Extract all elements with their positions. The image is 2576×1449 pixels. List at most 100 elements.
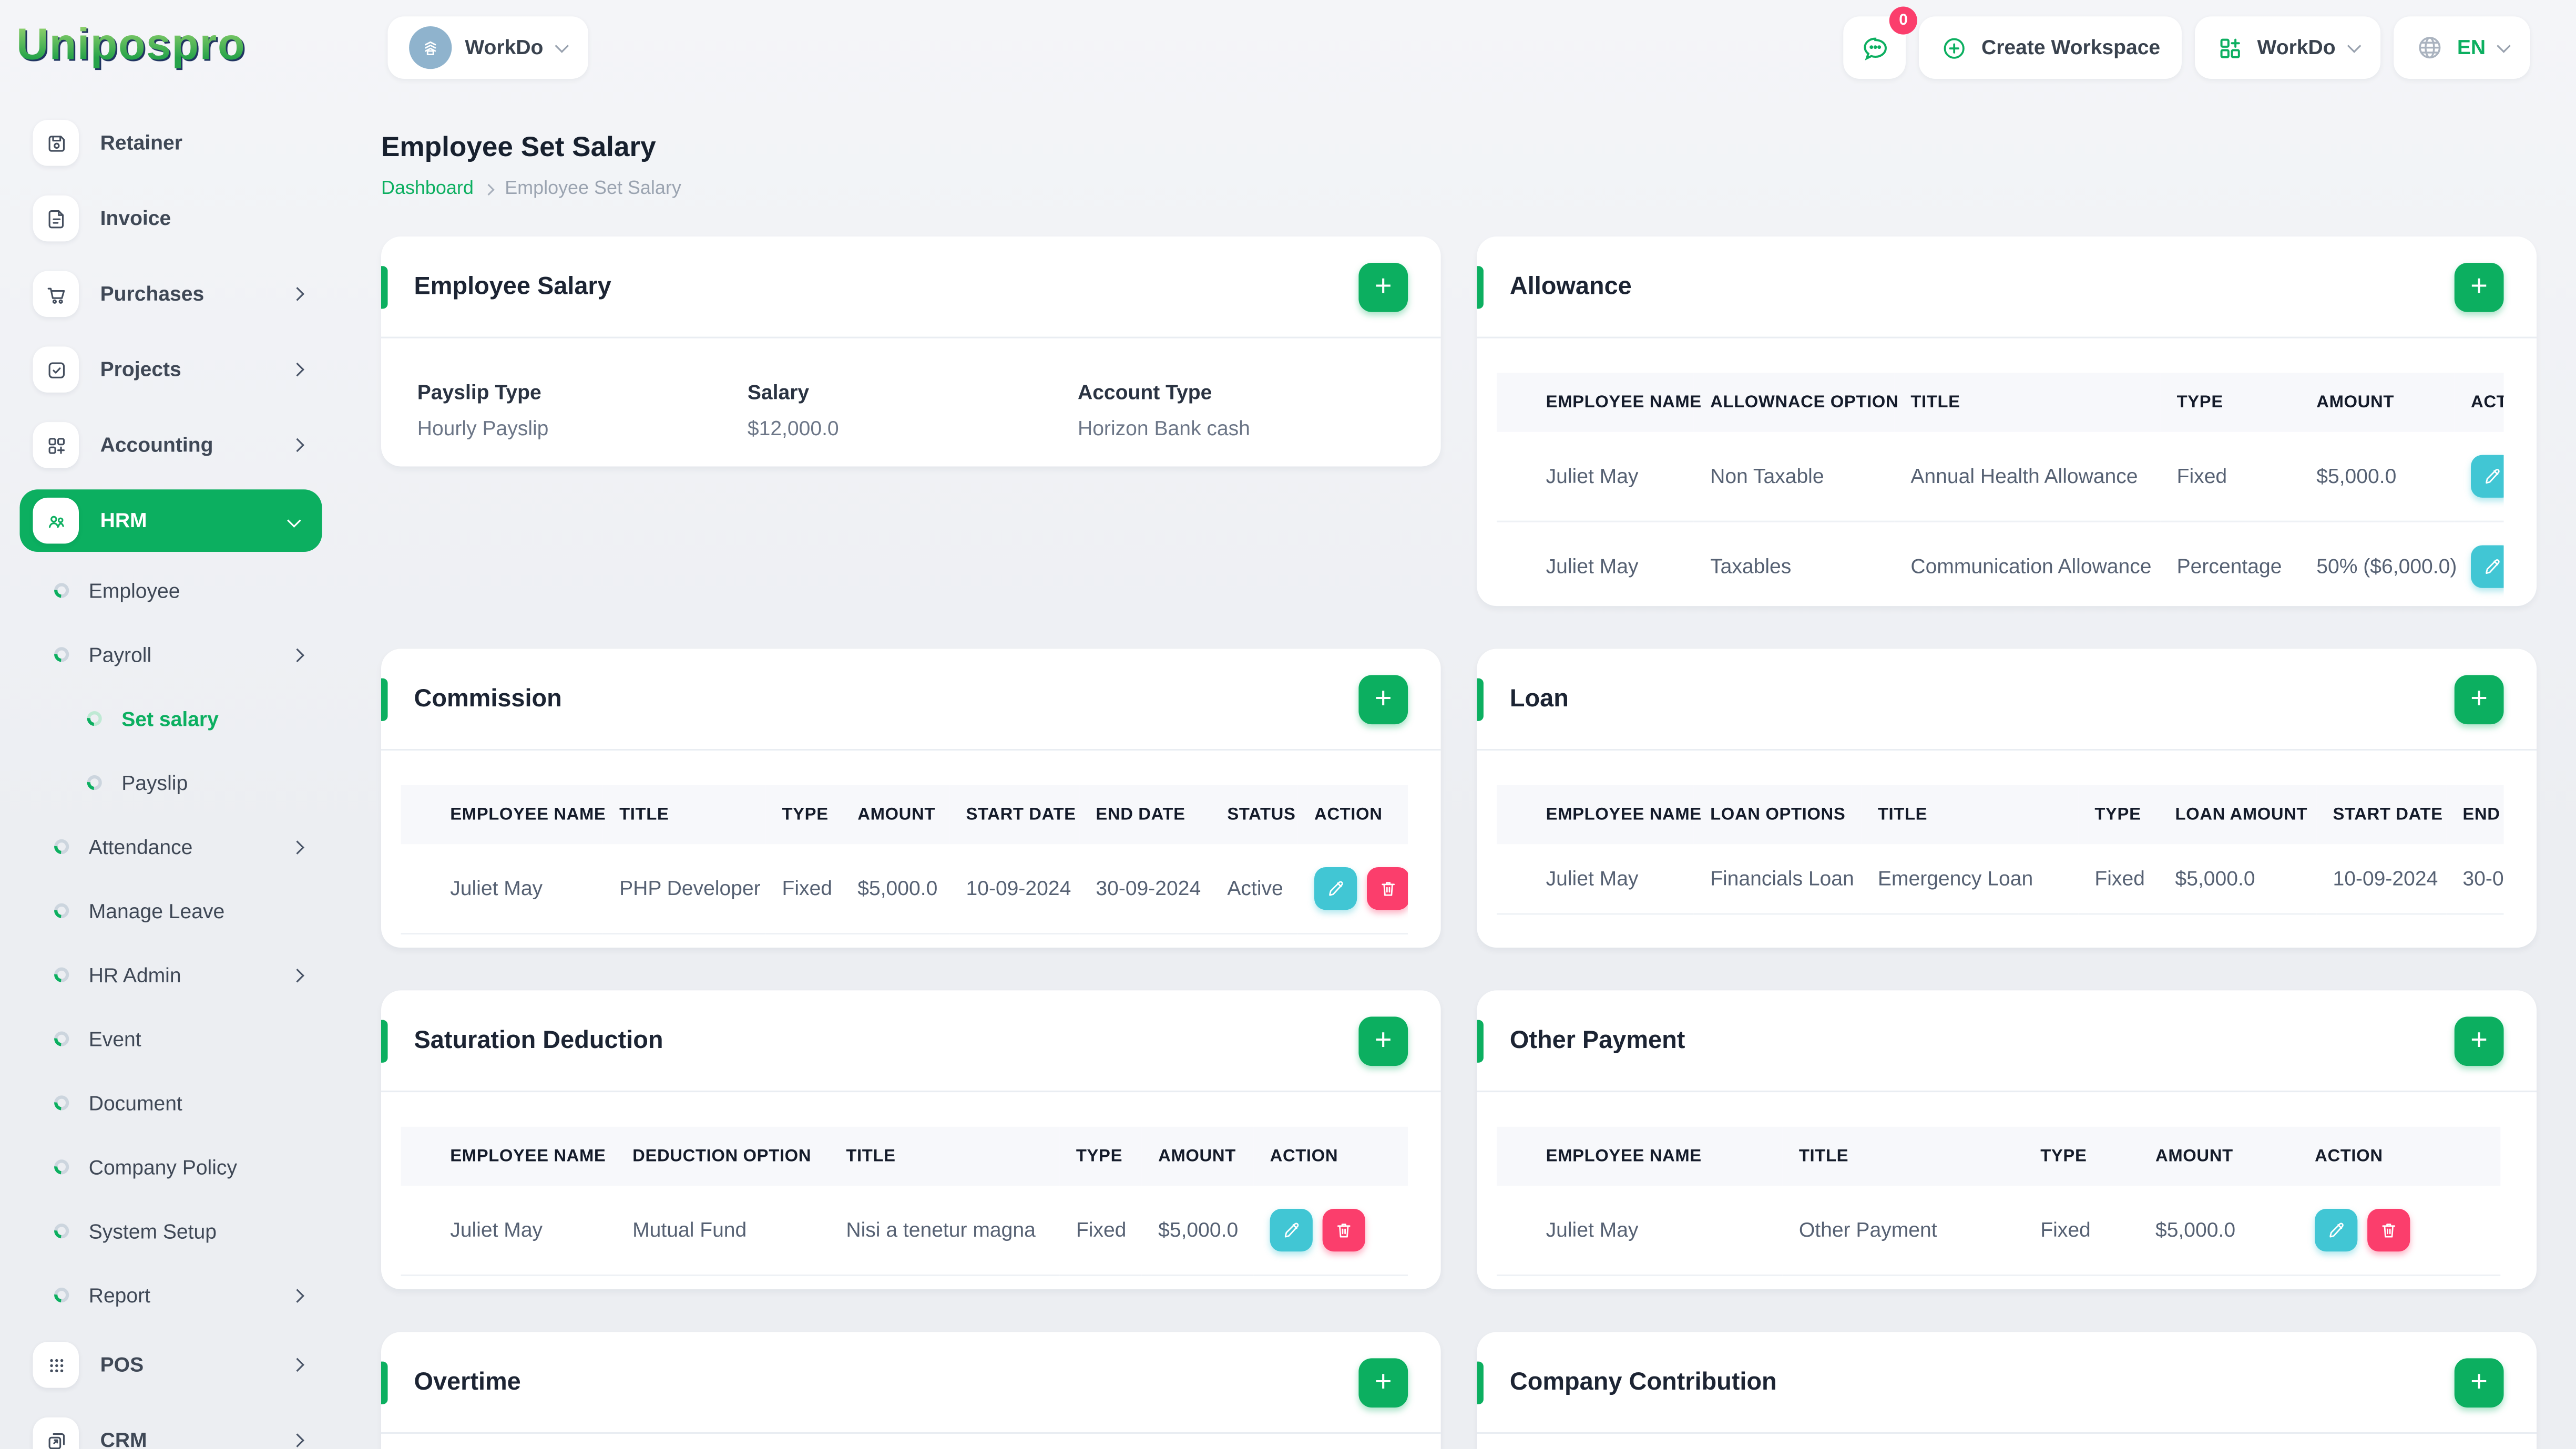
sidebar-item-hr-admin[interactable]: HR Admin bbox=[0, 943, 342, 1007]
trash-icon bbox=[1337, 1224, 1351, 1238]
cell-title: Other Payment bbox=[1782, 1186, 2024, 1277]
sidebar-item-label: Manage Leave bbox=[88, 899, 225, 922]
add-allowance-button[interactable] bbox=[2454, 262, 2504, 312]
chevron-right-icon bbox=[290, 1288, 304, 1302]
page-title: Employee Set Salary bbox=[381, 131, 656, 163]
sidebar-item-payslip[interactable]: Payslip bbox=[0, 751, 342, 815]
column-header: LOAN OPTIONS bbox=[1693, 785, 1862, 845]
add-commission-button[interactable] bbox=[1358, 674, 1408, 724]
messenger-button[interactable]: 0 bbox=[1843, 6, 1918, 79]
column-header: TITLE bbox=[1894, 373, 2161, 432]
accent-bar bbox=[381, 1019, 388, 1062]
sidebar-item-employee[interactable]: Employee bbox=[0, 559, 342, 623]
cell-title: Annual Health Allowance bbox=[1894, 431, 2161, 522]
sidebar-item-invoice[interactable]: Invoice bbox=[0, 181, 342, 256]
add-overtime-button[interactable] bbox=[1358, 1357, 1408, 1407]
sidebar-item-event[interactable]: Event bbox=[0, 1007, 342, 1071]
create-workspace-label: Create Workspace bbox=[1981, 36, 2161, 59]
table-header-row: EMPLOYEE NAME LOAN OPTIONS TITLE TYPE LO… bbox=[1496, 785, 2504, 845]
cell-title: Emergency Loan bbox=[1861, 844, 2079, 915]
workdo-apps-menu[interactable]: WorkDo bbox=[2194, 16, 2380, 79]
bullet-icon bbox=[51, 1156, 72, 1178]
sidebar-item-pos[interactable]: POS bbox=[0, 1327, 342, 1403]
cell-amount: 50% ($6,000.0) bbox=[2300, 521, 2457, 607]
check-square-icon bbox=[33, 346, 79, 393]
sidebar-item-accounting[interactable]: Accounting bbox=[0, 407, 342, 483]
sidebar-item-company-policy[interactable]: Company Policy bbox=[0, 1135, 342, 1199]
cell-employee-name: Juliet May bbox=[1496, 521, 1694, 607]
accent-bar bbox=[1477, 677, 1484, 721]
cell-employee-name: Juliet May bbox=[1496, 844, 1694, 915]
sidebar-item-report[interactable]: Report bbox=[0, 1263, 342, 1327]
pencil-icon bbox=[2486, 559, 2500, 574]
card-header: Loan bbox=[1477, 649, 2537, 751]
card-title: Other Payment bbox=[1509, 1026, 1685, 1055]
sidebar-item-label: Projects bbox=[100, 358, 181, 381]
sidebar-item-document[interactable]: Document bbox=[0, 1071, 342, 1135]
sidebar-item-label: Company Policy bbox=[88, 1155, 238, 1179]
cell-start-date: 10-09-2024 bbox=[2316, 844, 2447, 915]
edit-button[interactable] bbox=[1270, 1209, 1313, 1252]
add-loan-button[interactable] bbox=[2454, 674, 2504, 724]
commission-card: Commission EMPLOYEE NAME TITLE TYPE AMOU… bbox=[381, 649, 1441, 948]
workdo-menu-label: WorkDo bbox=[2257, 36, 2336, 59]
edit-button[interactable] bbox=[1314, 867, 1357, 910]
loan-table: EMPLOYEE NAME LOAN OPTIONS TITLE TYPE LO… bbox=[1496, 785, 2504, 915]
sidebar-item-projects[interactable]: Projects bbox=[0, 332, 342, 407]
sidebar-item-payroll[interactable]: Payroll bbox=[0, 622, 342, 686]
sidebar-item-label: Invoice bbox=[100, 207, 171, 230]
cell-allowance-option: Non Taxable bbox=[1693, 431, 1895, 522]
pencil-icon bbox=[1284, 1222, 1299, 1238]
brand-logo[interactable]: Unipospro bbox=[16, 20, 246, 71]
sidebar-item-system-setup[interactable]: System Setup bbox=[0, 1199, 342, 1263]
sidebar-item-manage-leave[interactable]: Manage Leave bbox=[0, 879, 342, 943]
add-saturation-deduction-button[interactable] bbox=[1358, 1015, 1408, 1065]
card-header: Employee Salary bbox=[381, 237, 1441, 338]
delete-button[interactable] bbox=[1322, 1209, 1365, 1252]
card-title: Saturation Deduction bbox=[414, 1026, 663, 1055]
chevron-right-icon bbox=[290, 287, 304, 301]
sidebar-item-attendance[interactable]: Attendance bbox=[0, 815, 342, 879]
chevron-down-icon bbox=[2497, 38, 2511, 53]
accent-bar bbox=[381, 1361, 388, 1404]
sidebar-item-label: Set salary bbox=[121, 707, 219, 731]
sidebar-item-label: Purchases bbox=[100, 282, 205, 306]
bullet-icon bbox=[51, 1284, 72, 1306]
accent-bar bbox=[381, 677, 388, 721]
column-header: END DATE bbox=[1079, 785, 1211, 845]
workspace-switcher[interactable]: WorkDo bbox=[387, 16, 588, 79]
saturation-deduction-table: EMPLOYEE NAME DEDUCTION OPTION TITLE TYP… bbox=[401, 1126, 1408, 1277]
breadcrumb-dashboard-link[interactable]: Dashboard bbox=[381, 179, 474, 199]
edit-button[interactable] bbox=[2471, 455, 2504, 498]
app-window: Unipospro WorkDo 0 Create Workspace Work… bbox=[0, 0, 2576, 1449]
language-selector[interactable]: EN bbox=[2393, 16, 2530, 79]
cell-type: Fixed bbox=[2078, 844, 2159, 915]
loan-card: Loan EMPLOYEE NAME LOAN OPTIONS TITLE TY… bbox=[1477, 649, 2537, 948]
table-row: Juliet May Mutual Fund Nisi a tenetur ma… bbox=[401, 1186, 1408, 1277]
edit-button[interactable] bbox=[2471, 545, 2504, 588]
column-header: END DATE bbox=[2446, 785, 2504, 845]
sidebar-item-label: CRM bbox=[100, 1429, 147, 1449]
cell-loan-option: Financials Loan bbox=[1693, 844, 1862, 915]
edit-button[interactable] bbox=[2315, 1209, 2358, 1252]
field-label: Payslip Type bbox=[417, 381, 541, 404]
column-header: TYPE bbox=[2024, 1126, 2139, 1186]
sidebar-item-crm[interactable]: CRM bbox=[0, 1403, 342, 1449]
trash-icon bbox=[1382, 882, 1395, 896]
column-header: AMOUNT bbox=[2139, 1126, 2298, 1186]
add-other-payment-button[interactable] bbox=[2454, 1015, 2504, 1065]
sidebar-item-hrm[interactable]: HRM bbox=[19, 489, 322, 552]
add-company-contribution-button[interactable] bbox=[2454, 1357, 2504, 1407]
bullet-icon bbox=[51, 964, 72, 985]
loan-table-container: EMPLOYEE NAME LOAN OPTIONS TITLE TYPE LO… bbox=[1496, 785, 2504, 915]
sidebar-item-set-salary[interactable]: Set salary bbox=[0, 686, 342, 751]
sidebar-item-retainer[interactable]: Retainer bbox=[0, 105, 342, 181]
bullet-icon bbox=[51, 580, 72, 601]
chevron-down-icon bbox=[2346, 38, 2361, 53]
delete-button[interactable] bbox=[2367, 1209, 2410, 1252]
commission-table-container: EMPLOYEE NAME TITLE TYPE AMOUNT START DA… bbox=[401, 785, 1408, 935]
create-workspace-button[interactable]: Create Workspace bbox=[1919, 16, 2182, 79]
add-employee-salary-button[interactable] bbox=[1358, 262, 1408, 312]
sidebar-item-purchases[interactable]: Purchases bbox=[0, 256, 342, 332]
delete-button[interactable] bbox=[1367, 867, 1408, 910]
